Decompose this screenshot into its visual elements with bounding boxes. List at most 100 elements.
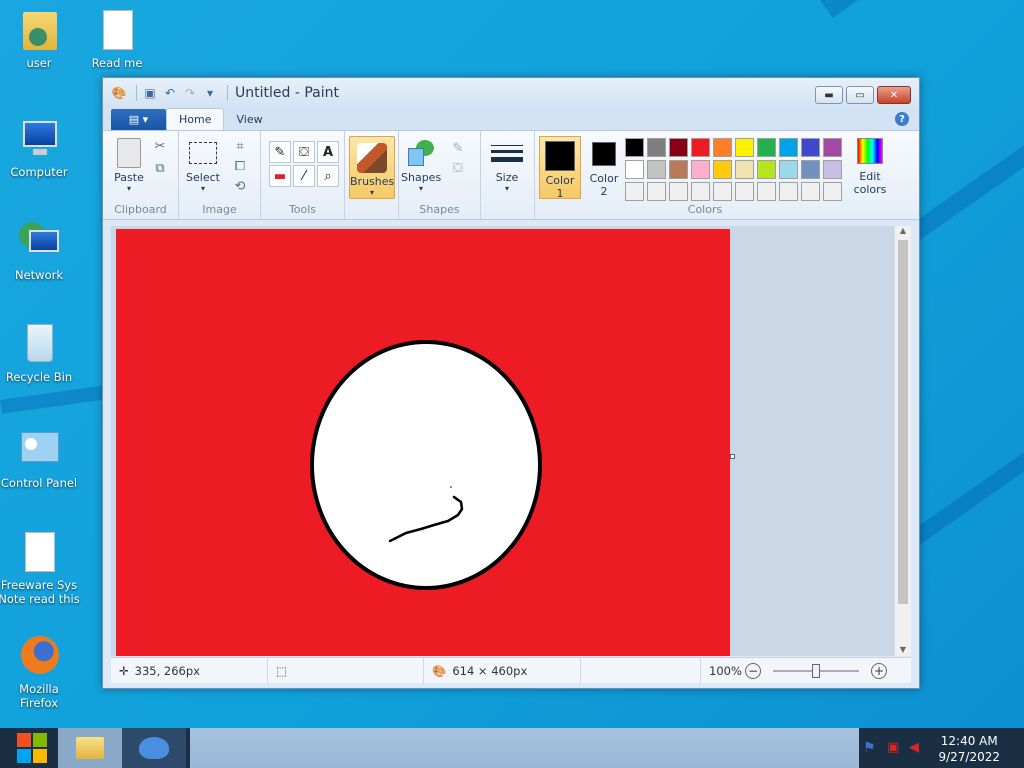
palette-swatch[interactable] [823, 160, 842, 179]
magnifier-icon[interactable]: ⌕ [317, 165, 339, 187]
scrollbar-thumb[interactable] [898, 240, 908, 604]
close-button[interactable]: ✕ [877, 86, 911, 104]
edit-colors-label: Edit [859, 170, 881, 183]
title-bar[interactable]: 🎨 ▣ ↶ ↷ ▾ Untitled - Paint ▬ ▭ ✕ [103, 78, 919, 108]
shapes-button[interactable]: Shapes ▾ [401, 137, 441, 193]
save-icon[interactable]: ▣ [142, 85, 158, 101]
palette-swatch[interactable] [779, 160, 798, 179]
palette-swatch[interactable] [625, 138, 644, 157]
palette-swatch[interactable] [801, 182, 820, 201]
palette-swatch[interactable] [669, 160, 688, 179]
select-button[interactable]: Select ▾ [183, 137, 223, 193]
network-tray-icon[interactable]: ▣ [887, 740, 899, 755]
file-menu-button[interactable]: ▤ ▾ [111, 109, 166, 130]
zoom-in-icon[interactable]: + [871, 662, 887, 679]
palette-swatch[interactable] [713, 138, 732, 157]
palette-swatch[interactable] [801, 138, 820, 157]
help-icon[interactable]: ? [895, 112, 909, 126]
clock[interactable]: 12:40 AM 9/27/2022 [938, 733, 1000, 765]
zoom-slider-thumb[interactable] [812, 663, 820, 678]
brushes-button[interactable]: Brushes ▾ [349, 136, 395, 199]
palette-swatch[interactable] [779, 138, 798, 157]
fill-style-icon[interactable]: ⛋ [449, 159, 467, 177]
palette-swatch[interactable] [691, 182, 710, 201]
canvas-resize-handle[interactable] [730, 454, 735, 459]
palette-swatch[interactable] [713, 182, 732, 201]
edit-colors-button[interactable]: Edit colors [850, 138, 890, 196]
taskbar-file-explorer[interactable] [58, 728, 122, 768]
palette-swatch[interactable] [691, 160, 710, 179]
desktop-icon-computer[interactable]: Computer [0, 117, 81, 179]
color-picker-icon[interactable]: ⁄ [293, 165, 315, 187]
image-size-cell: 🎨 614 × 460px [424, 658, 581, 683]
palette-swatch[interactable] [823, 138, 842, 157]
color1-swatch [545, 141, 575, 171]
palette-swatch[interactable] [735, 160, 754, 179]
pencil-icon[interactable]: ✎ [269, 141, 291, 163]
palette-swatch[interactable] [625, 182, 644, 201]
palette-swatch[interactable] [669, 182, 688, 201]
selection-icon: ⬚ [276, 663, 287, 678]
desktop-icon-recycle-bin[interactable]: Recycle Bin [0, 322, 81, 384]
palette-swatch[interactable] [823, 182, 842, 201]
resize-icon[interactable]: ⧠ [231, 157, 249, 175]
rotate-icon[interactable]: ⟲ [231, 177, 249, 195]
minimize-button[interactable]: ▬ [815, 86, 843, 104]
eraser-icon[interactable]: ▬ [269, 165, 291, 187]
drawing-canvas[interactable] [116, 229, 730, 656]
paint-window[interactable]: 🎨 ▣ ↶ ↷ ▾ Untitled - Paint ▬ ▭ ✕ ▤ ▾ Hom… [102, 77, 920, 689]
desktop-icon-network[interactable]: Network [0, 220, 81, 282]
undo-icon[interactable]: ↶ [162, 85, 178, 101]
scroll-down-arrow[interactable]: ▼ [895, 645, 911, 654]
zoom-slider[interactable] [773, 663, 859, 679]
palette-swatch[interactable] [669, 138, 688, 157]
paste-button[interactable]: Paste ▾ [109, 137, 149, 193]
start-button[interactable] [0, 728, 64, 768]
palette-swatch[interactable] [757, 160, 776, 179]
vertical-scrollbar[interactable]: ▲ ▼ [894, 226, 911, 656]
palette-swatch[interactable] [779, 182, 798, 201]
cut-icon[interactable]: ✂ [151, 137, 169, 155]
palette-swatch[interactable] [757, 182, 776, 201]
desktop-icon-firefox[interactable]: Mozilla Firefox [0, 634, 81, 710]
taskbar-paint[interactable] [122, 728, 186, 768]
color1-button[interactable]: Color 1 [539, 136, 581, 200]
maximize-button[interactable]: ▭ [846, 86, 874, 104]
outline-icon[interactable]: ✎ [449, 139, 467, 157]
color2-button[interactable]: Color 2 [585, 136, 623, 198]
palette-swatch[interactable] [735, 182, 754, 201]
shapes-icon [405, 137, 437, 169]
palette-swatch[interactable] [647, 182, 666, 201]
palette-swatch[interactable] [801, 160, 820, 179]
tab-home[interactable]: Home [166, 108, 225, 130]
desktop-icon-freeware-note[interactable]: Freeware Sys Note read this [0, 530, 81, 606]
palette-swatch[interactable] [735, 138, 754, 157]
scroll-up-arrow[interactable]: ▲ [895, 226, 911, 235]
palette-swatch[interactable] [713, 160, 732, 179]
crosshair-icon: ✛ [119, 663, 129, 678]
palette-swatch[interactable] [691, 138, 710, 157]
text-icon[interactable]: A [317, 141, 339, 163]
palette-swatch[interactable] [647, 138, 666, 157]
customize-toolbar-icon[interactable]: ▾ [202, 85, 218, 101]
desktop-icon-readme[interactable]: Read me [75, 8, 159, 70]
color2-label: Color [589, 172, 619, 185]
crop-icon[interactable]: ⌗ [231, 137, 249, 155]
flag-icon[interactable]: ⚑ [863, 740, 876, 756]
volume-icon[interactable]: ◀ [909, 740, 919, 755]
copy-icon[interactable]: ⧉ [151, 159, 169, 177]
tab-view[interactable]: View [224, 108, 274, 130]
redo-icon[interactable]: ↷ [182, 85, 198, 101]
palette-swatch[interactable] [757, 138, 776, 157]
size-button[interactable]: Size ▾ [487, 137, 527, 193]
palette-swatch[interactable] [625, 160, 644, 179]
control-panel-icon [17, 428, 61, 472]
shapes-label: Shapes [401, 171, 442, 184]
brushes-group: Brushes ▾ [345, 131, 399, 219]
paint-app-icon[interactable]: 🎨 [111, 85, 127, 101]
palette-swatch[interactable] [647, 160, 666, 179]
desktop-icon-control-panel[interactable]: Control Panel [0, 428, 81, 490]
fill-icon[interactable]: ⛋ [293, 141, 315, 163]
zoom-out-icon[interactable]: − [745, 662, 761, 679]
desktop-icon-user[interactable]: user [0, 8, 81, 70]
